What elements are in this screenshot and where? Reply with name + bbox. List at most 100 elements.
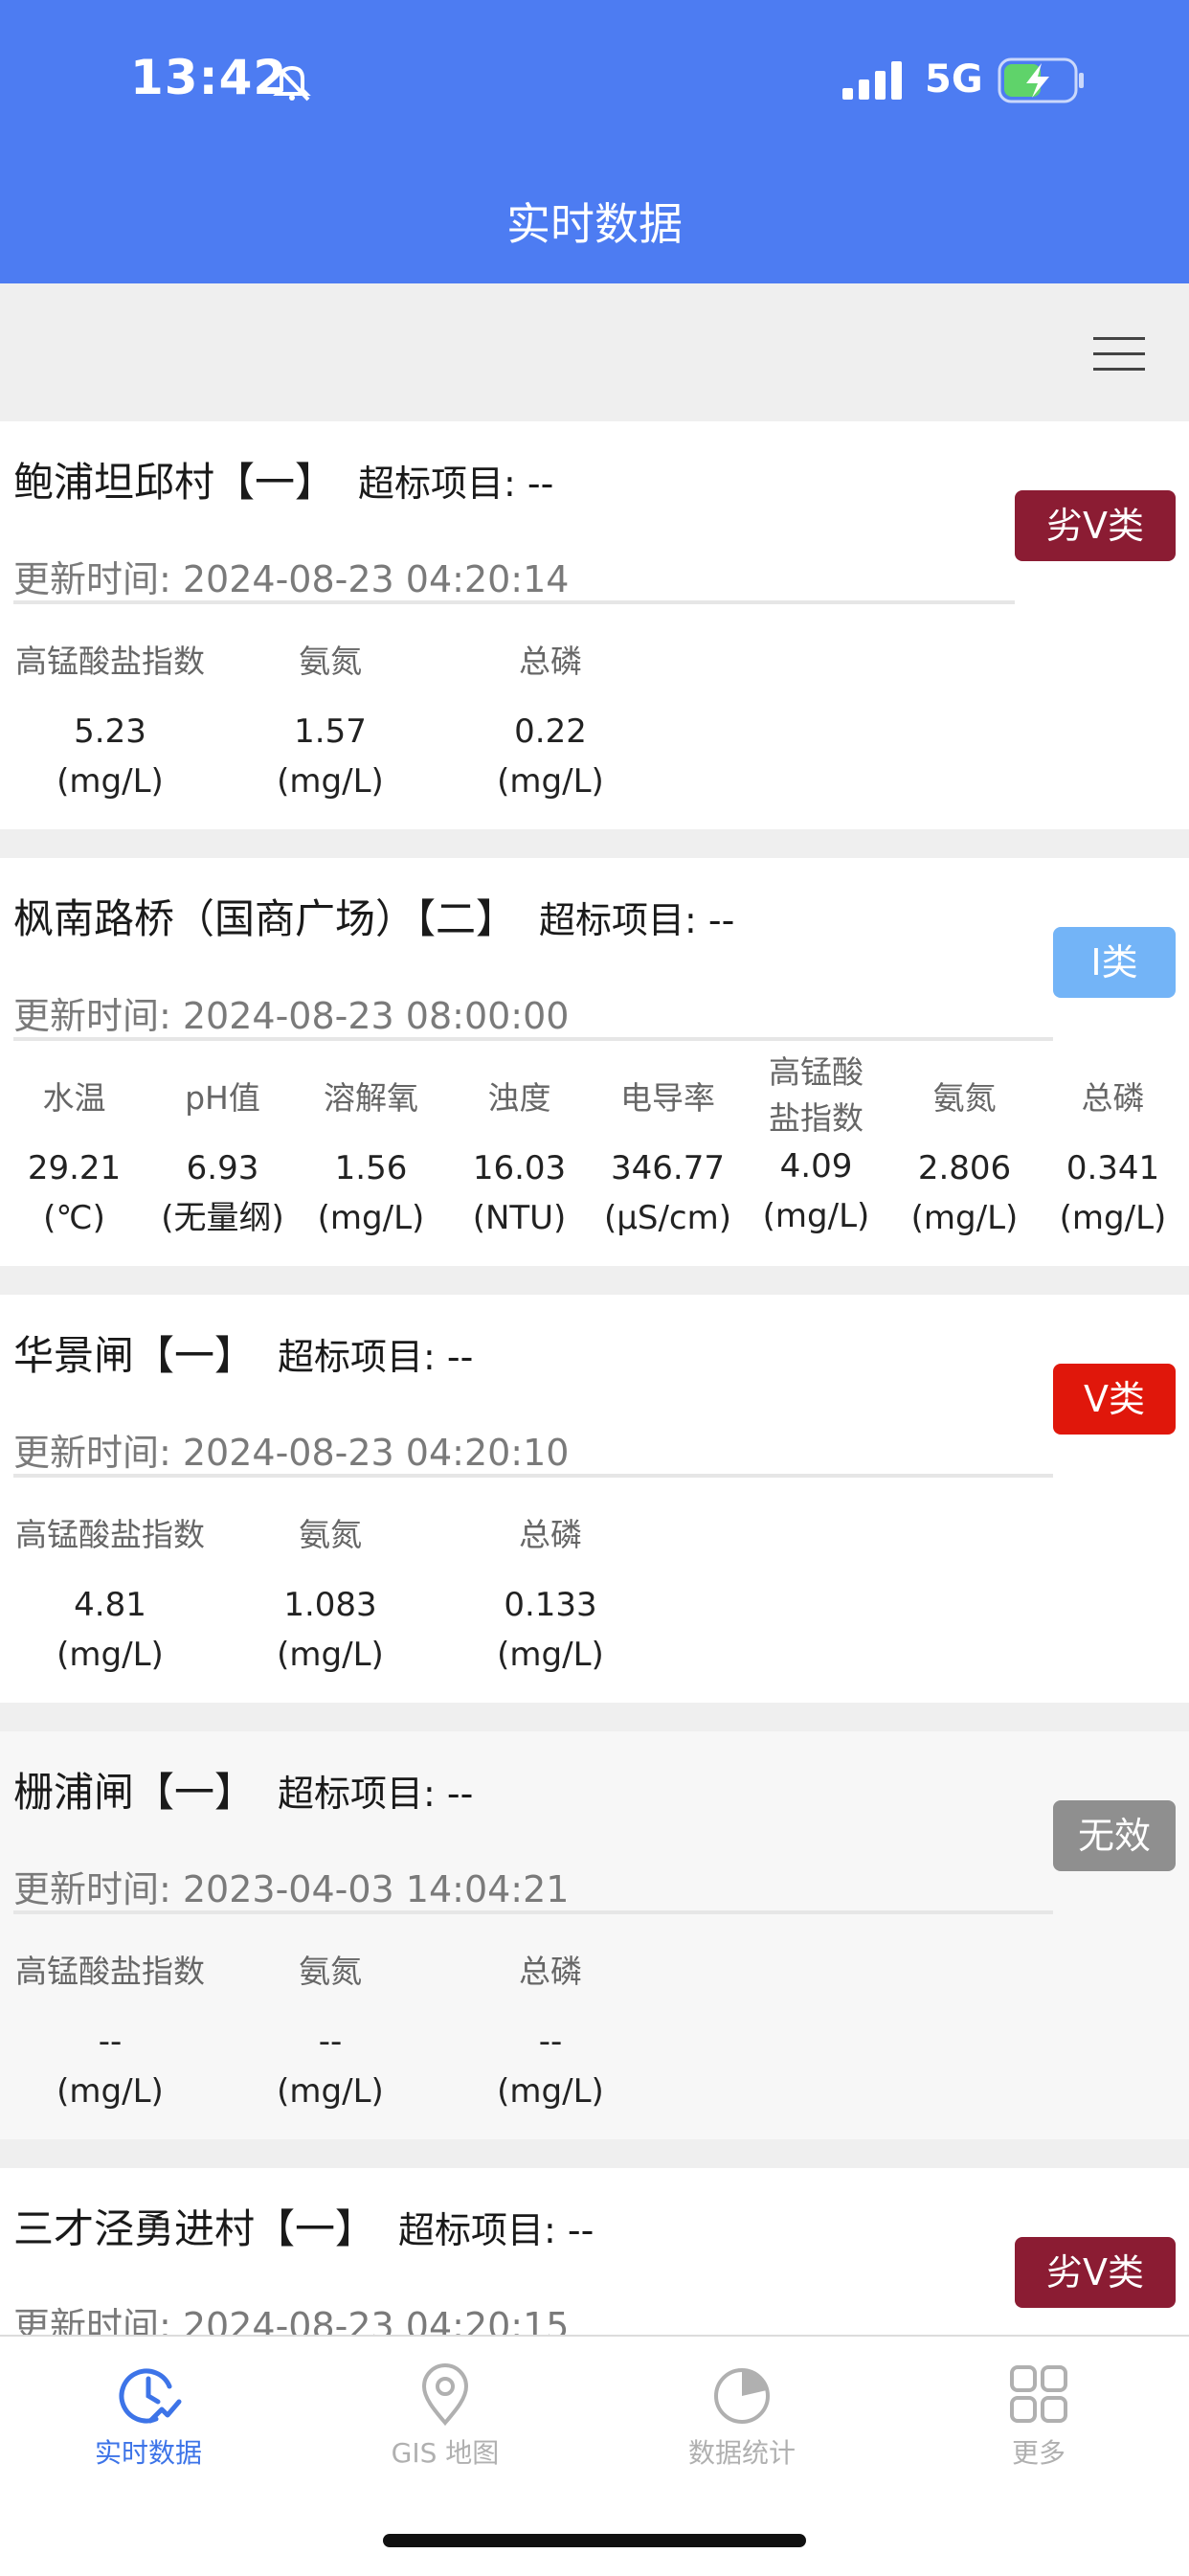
metric-cell: 氨氮 1.57 (mg/L): [220, 638, 440, 806]
tab-label: 实时数据: [94, 2437, 202, 2469]
network-type: 5G: [925, 57, 983, 102]
pie-chart-icon: [714, 2368, 770, 2424]
metric-value: 4.09: [779, 1147, 853, 1186]
metric-cell: 氨氮 -- (mg/L): [220, 1948, 440, 2116]
metric-unit: (无量纲): [161, 1199, 284, 1237]
divider: [13, 1474, 1053, 1478]
station-name: 华景闸【一】: [13, 1332, 256, 1379]
metric-cell: 高锰酸盐指数 -- (mg/L): [0, 1948, 220, 2116]
station-card[interactable]: 枫南路桥（国商广场）【二】 超标项目: -- Ⅰ类 更新时间: 2024-08-2…: [0, 858, 1189, 1266]
metric-cell: 总磷 0.22 (mg/L): [440, 638, 661, 806]
station-list: 鲍浦坦邱村【一】 超标项目: -- 劣Ⅴ类 更新时间: 2024-08-23 04…: [0, 421, 1189, 2335]
metric-value: 0.133: [504, 1586, 597, 1624]
metric-value: 4.81: [74, 1586, 146, 1624]
station-card[interactable]: 三才泾勇进村【一】 超标项目: -- 劣Ⅴ类 更新时间: 2024-08-23 0…: [0, 2168, 1189, 2335]
metric-unit: (mg/L): [277, 762, 384, 801]
page-title: 实时数据: [506, 198, 683, 250]
exceed-label: 超标项目: --: [278, 1336, 474, 1378]
station-name: 三才泾勇进村【一】: [13, 2205, 376, 2252]
header-bar: 13:42 5G 实时数据: [0, 0, 1189, 283]
metric-value: 29.21: [27, 1149, 122, 1187]
metric-value: --: [318, 2022, 343, 2061]
metric-label: 氨氮: [299, 643, 362, 680]
station-title: 栅浦闸【一】 超标项目: --: [13, 1760, 473, 1819]
divider: [13, 1910, 1053, 1914]
metric-cell: 高锰酸盐指数 4.81 (mg/L): [0, 1511, 220, 1680]
tab-gis-map[interactable]: GIS 地图: [340, 2360, 550, 2471]
metric-cell: 高锰酸盐指数 5.23 (mg/L): [0, 638, 220, 806]
station-name: 鲍浦坦邱村【一】: [13, 459, 336, 506]
metric-label: 总磷: [519, 1516, 582, 1553]
status-time: 13:42: [130, 50, 288, 105]
clock-chart-icon: [119, 2368, 182, 2424]
metric-unit: (mg/L): [277, 1636, 384, 1674]
metric-value: 346.77: [611, 1149, 725, 1187]
metric-unit: (mg/L): [910, 1199, 1019, 1237]
metric-value: --: [98, 2022, 123, 2061]
station-card[interactable]: 鲍浦坦邱村【一】 超标项目: -- 劣Ⅴ类 更新时间: 2024-08-23 04…: [0, 421, 1189, 829]
quality-badge: Ⅴ类: [1053, 1364, 1176, 1435]
divider: [13, 600, 1015, 604]
metric-unit: (mg/L): [762, 1197, 870, 1235]
metric-label: 氨氮: [299, 1953, 362, 1990]
station-card[interactable]: 华景闸【一】 超标项目: -- Ⅴ类 更新时间: 2024-08-23 04:20…: [0, 1295, 1189, 1703]
metric-label: 氨氮: [299, 1516, 362, 1553]
metric-label: pH值: [185, 1079, 260, 1117]
metric-unit: (mg/L): [277, 2072, 384, 2111]
tab-data-statistics[interactable]: 数据统计: [637, 2360, 847, 2471]
metric-label: 总磷: [519, 643, 582, 680]
metric-cell: 氨氮 1.083 (mg/L): [220, 1511, 440, 1680]
grid-icon: [1010, 2365, 1067, 2423]
battery-charging-icon: [998, 57, 1084, 103]
cellular-signal-icon: [842, 61, 902, 100]
tab-label: 数据统计: [687, 2437, 796, 2469]
metric-value: 16.03: [472, 1149, 567, 1187]
metric-unit: (mg/L): [497, 762, 604, 801]
metric-value: 1.083: [283, 1586, 377, 1624]
exceed-label: 超标项目: --: [358, 463, 554, 505]
metric-label: 溶解氧: [324, 1079, 418, 1117]
metric-cell: 总磷 -- (mg/L): [440, 1948, 661, 2116]
metric-unit: (mg/L): [317, 1199, 425, 1237]
metric-value: --: [538, 2022, 563, 2061]
metric-cell: 电导率 346.77 (μS/cm): [594, 1074, 742, 1243]
metric-unit: (mg/L): [497, 2072, 604, 2111]
toolbar: [0, 283, 1189, 421]
metric-cell: 溶解氧 1.56 (mg/L): [297, 1074, 445, 1243]
metric-cell: 氨氮 2.806 (mg/L): [890, 1074, 1039, 1243]
metric-label: 氨氮: [932, 1079, 997, 1117]
update-time: 更新时间: 2024-08-23 04:20:15: [13, 2305, 570, 2335]
tab-more[interactable]: 更多: [933, 2360, 1144, 2471]
station-card[interactable]: 栅浦闸【一】 超标项目: -- 无效 更新时间: 2023-04-03 14:04…: [0, 1731, 1189, 2139]
exceed-label: 超标项目: --: [278, 1773, 474, 1815]
metric-cell: 水温 29.21 (℃): [0, 1074, 148, 1243]
quality-badge: 劣Ⅴ类: [1015, 2237, 1176, 2308]
metric-unit: (mg/L): [497, 1636, 604, 1674]
metric-unit: (mg/L): [56, 1636, 164, 1674]
metric-unit: (μS/cm): [603, 1199, 731, 1237]
map-pin-icon: [421, 2363, 469, 2427]
quality-badge: 无效: [1053, 1800, 1176, 1871]
metric-unit: (℃): [43, 1199, 105, 1237]
update-time: 更新时间: 2024-08-23 04:20:10: [13, 1432, 570, 1474]
metric-unit: (mg/L): [56, 2072, 164, 2111]
metric-value: 1.56: [334, 1149, 408, 1187]
metric-cell: 总磷 0.341 (mg/L): [1039, 1074, 1187, 1243]
metric-label: 电导率: [620, 1079, 715, 1117]
metric-unit: (NTU): [472, 1199, 567, 1237]
home-indicator[interactable]: [383, 2534, 806, 2547]
metric-label: 高锰酸盐指数: [769, 1053, 864, 1137]
quality-badge: 劣Ⅴ类: [1015, 490, 1176, 561]
tab-label: GIS 地图: [391, 2437, 500, 2469]
metric-label: 高锰酸盐指数: [15, 1516, 205, 1553]
metric-cell: 浊度 16.03 (NTU): [445, 1074, 594, 1243]
hamburger-menu-icon[interactable]: [1093, 337, 1145, 372]
tab-realtime-data[interactable]: 实时数据: [43, 2360, 254, 2471]
metric-cell: 总磷 0.133 (mg/L): [440, 1511, 661, 1680]
update-time: 更新时间: 2023-04-03 14:04:21: [13, 1868, 570, 1910]
station-name: 枫南路桥（国商广场）【二】: [13, 895, 517, 942]
quality-badge: Ⅰ类: [1053, 927, 1176, 998]
update-time: 更新时间: 2024-08-23 08:00:00: [13, 995, 570, 1037]
station-title: 三才泾勇进村【一】 超标项目: --: [13, 2197, 594, 2255]
metric-unit: (mg/L): [56, 762, 164, 801]
